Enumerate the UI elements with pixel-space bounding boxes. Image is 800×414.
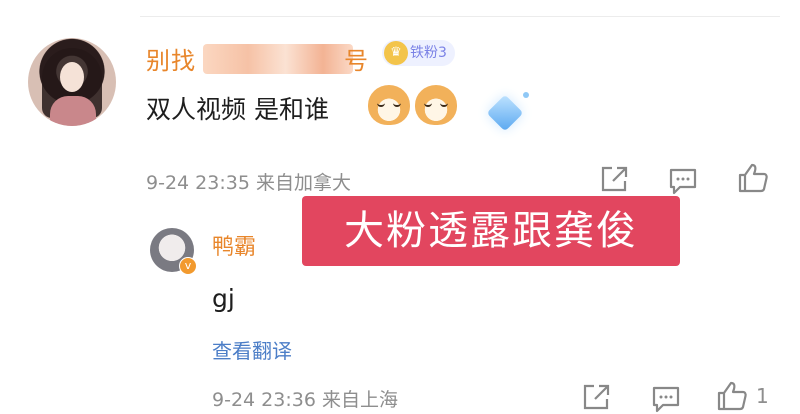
comment-meta: 9-24 23:35 来自加拿大 <box>146 168 351 195</box>
avatar-face <box>60 62 84 92</box>
comment-text: 双人视频 是和谁 <box>146 95 329 124</box>
reply-username[interactable]: 鸭霸 <box>212 229 256 261</box>
commenter-avatar[interactable] <box>28 38 116 126</box>
overlay-caption: 大粉透露跟龚俊 <box>302 196 680 266</box>
share-icon[interactable] <box>580 382 612 412</box>
thumbs-up-icon[interactable] <box>715 380 749 412</box>
view-translation-link[interactable]: 查看翻译 <box>212 335 292 364</box>
comment-icon[interactable] <box>650 384 682 414</box>
reply-text: gj <box>212 284 235 313</box>
crown-icon: ♛ <box>384 41 408 65</box>
dog-face-emoji <box>415 85 457 125</box>
comment-timestamp: 9-24 23:35 <box>146 172 250 194</box>
comment-location: 来自加拿大 <box>255 172 351 194</box>
avatar-body <box>50 96 96 126</box>
sparkle-dot <box>523 92 529 98</box>
commenter-username-suffix[interactable]: 号 <box>344 41 368 76</box>
top-divider <box>140 16 780 17</box>
diamond-sparkle-icon <box>486 94 524 132</box>
share-icon[interactable] <box>598 164 630 194</box>
fan-level-badge[interactable]: ♛ 铁粉3 <box>382 40 455 66</box>
reply-like-count: 1 <box>756 384 769 408</box>
commenter-username[interactable]: 别找 <box>146 41 196 76</box>
dog-face-emoji <box>368 85 410 125</box>
comment-icon[interactable] <box>667 166 699 196</box>
reply-location: 来自上海 <box>321 389 398 411</box>
thumbs-up-icon[interactable] <box>736 162 770 194</box>
reply-meta: 9-24 23:36 来自上海 <box>212 385 398 412</box>
verified-badge-icon: v <box>179 257 197 275</box>
username-redaction-blur <box>203 44 353 74</box>
fan-badge-label: 铁粉3 <box>410 45 447 61</box>
reply-timestamp: 9-24 23:36 <box>212 389 316 411</box>
